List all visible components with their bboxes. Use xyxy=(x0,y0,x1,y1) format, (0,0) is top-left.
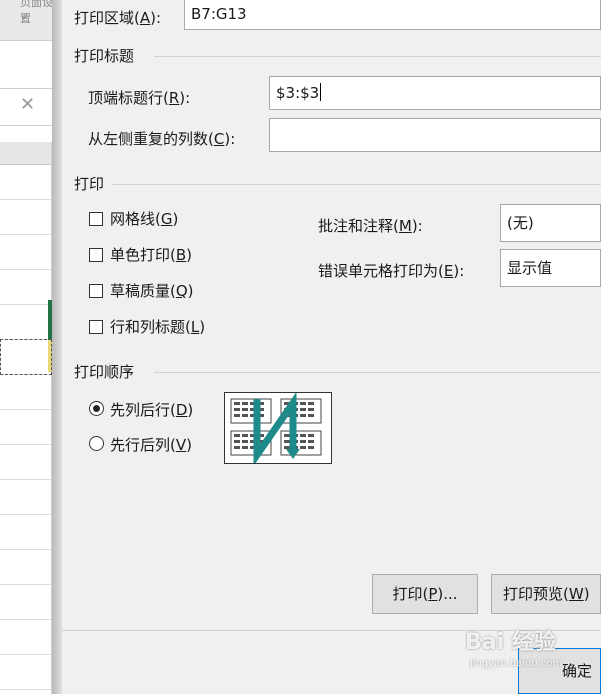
sheet-row xyxy=(0,514,52,550)
comments-label: 批注和注释(M): xyxy=(318,217,423,235)
cancel-entry-icon[interactable]: ✕ xyxy=(20,94,35,115)
over-then-down-radio[interactable] xyxy=(89,436,104,451)
section-divider xyxy=(154,372,601,373)
rows-to-repeat-label: 顶端标题行(R): xyxy=(88,89,191,107)
comments-dropdown[interactable]: (无) xyxy=(500,204,601,242)
copy-marquee xyxy=(0,339,52,375)
sheet-row xyxy=(0,269,52,305)
sheet-row xyxy=(0,199,52,235)
draft-quality-checkbox[interactable] xyxy=(89,284,103,298)
column-header xyxy=(0,142,52,165)
sheet-row xyxy=(0,374,52,410)
page-order-heading: 打印顺序 xyxy=(74,363,135,381)
gridlines-checkbox[interactable] xyxy=(89,212,103,226)
sheet-row xyxy=(0,584,52,620)
print-area-label: 打印区域(A): xyxy=(74,9,162,27)
columns-to-repeat-label: 从左侧重复的列数(C): xyxy=(88,130,236,148)
print-area-input[interactable]: B7:G13 xyxy=(184,0,601,30)
sheet-row xyxy=(0,654,52,690)
down-then-over-radio[interactable] xyxy=(89,401,104,416)
sheet-row xyxy=(0,444,52,480)
section-divider xyxy=(154,56,601,57)
watermark-logo: Bai 经验 xyxy=(465,630,556,655)
chevron-down-icon: ⌄ xyxy=(20,12,28,22)
draft-quality-label: 草稿质量(Q) xyxy=(110,282,194,300)
row-column-headings-checkbox[interactable] xyxy=(89,320,103,334)
sheet-row xyxy=(0,549,52,585)
page-setup-sheet-tab: 打印区域(A): B7:G13 打印标题 顶端标题行(R): $3:$3 从左侧… xyxy=(62,0,601,694)
print-button[interactable]: 打印(P)... xyxy=(372,574,478,614)
cell-errors-dropdown[interactable]: 显示值 xyxy=(500,249,601,287)
cell-errors-label: 错误单元格打印为(E): xyxy=(318,262,465,280)
page-order-icon xyxy=(224,391,332,467)
print-heading: 打印 xyxy=(74,175,105,193)
page-order-diagram xyxy=(230,391,322,467)
over-then-down-label: 先行后列(V) xyxy=(110,436,192,454)
down-then-over-label: 先列后行(D) xyxy=(110,401,194,419)
sheet-row xyxy=(0,479,52,515)
print-titles-heading: 打印标题 xyxy=(74,47,135,65)
print-preview-button[interactable]: 打印预览(W) xyxy=(491,574,601,614)
columns-to-repeat-input[interactable] xyxy=(269,118,601,152)
sheet-row xyxy=(0,164,52,200)
gridlines-label: 网格线(G) xyxy=(110,210,179,228)
rows-to-repeat-input[interactable]: $3:$3 xyxy=(269,76,601,110)
text-cursor xyxy=(320,83,322,101)
sheet-row xyxy=(0,619,52,655)
watermark-url: jingyan.baidu.com xyxy=(470,658,563,669)
black-and-white-checkbox[interactable] xyxy=(89,248,103,262)
sheet-row xyxy=(0,409,52,445)
black-and-white-label: 单色打印(B) xyxy=(110,246,193,264)
sheet-row xyxy=(0,304,52,340)
sheet-row xyxy=(0,234,52,270)
section-divider xyxy=(112,184,601,185)
dialog-shadow xyxy=(52,0,62,694)
row-column-headings-label: 行和列标题(L) xyxy=(110,318,206,336)
background-spreadsheet: 页面设置 ⌄ ✕ xyxy=(0,0,62,694)
